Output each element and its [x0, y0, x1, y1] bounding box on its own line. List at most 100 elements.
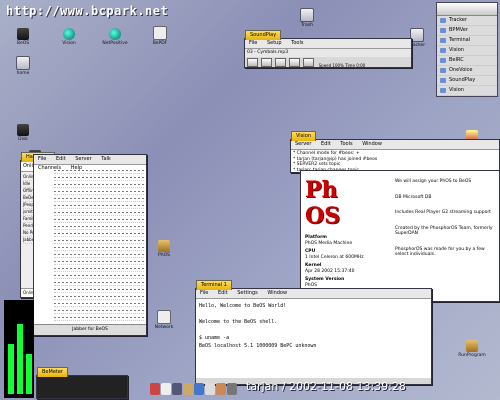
- chat-line: [54, 181, 144, 188]
- terminal-menu-edit[interactable]: Edit: [218, 290, 228, 296]
- desktop-icon-home[interactable]: home: [6, 56, 40, 76]
- chat-menu-edit[interactable]: Edit: [56, 156, 66, 162]
- terminal-line: $ uname -a: [199, 335, 230, 341]
- prev-button[interactable]: [247, 58, 258, 67]
- terminal-title[interactable]: Terminal 1: [196, 280, 232, 290]
- app-icon[interactable]: [205, 383, 215, 395]
- chat-menu-server[interactable]: Server: [75, 156, 91, 162]
- chat-line: [54, 307, 144, 314]
- app-icon[interactable]: [150, 383, 160, 395]
- player-menu-file[interactable]: File: [249, 40, 257, 46]
- spec-value: 1 Intel Celeron at 600MHz: [305, 254, 364, 260]
- chat-line: [54, 209, 144, 216]
- deskbar-item[interactable]: Terminal: [437, 36, 497, 46]
- deskbar-item[interactable]: BPMVer: [437, 26, 497, 36]
- desktop-icon-phos[interactable]: PhOS: [147, 240, 181, 258]
- player-status: Speed 100% Time 0:00: [318, 63, 366, 68]
- player-title[interactable]: SoundPlay: [245, 30, 282, 40]
- desktop-icon-label: Trash: [301, 23, 313, 28]
- chat-menu-talk[interactable]: Talk: [101, 156, 111, 162]
- clock-text: tarjan / 2002-11-08 13:39:28: [246, 380, 406, 393]
- app-icon: [63, 28, 75, 40]
- play-button[interactable]: [260, 58, 272, 67]
- deskbar-item[interactable]: Vision: [437, 46, 497, 56]
- irc-menu-edit[interactable]: Edit: [321, 141, 331, 147]
- desktop-icon-label: Network: [154, 325, 174, 330]
- desktop-icon-label: BeOS: [16, 41, 30, 46]
- terminal-line: Hello, Welcome to BeOS World!: [199, 303, 287, 309]
- irc-window: Vision Server Edit Tools Window * Channe…: [290, 131, 500, 173]
- app-icon[interactable]: [161, 383, 171, 395]
- irc-menu-server[interactable]: Server: [295, 141, 311, 147]
- stop-button[interactable]: [274, 58, 286, 67]
- irc-menu-tools[interactable]: Tools: [340, 141, 352, 147]
- deskbar-item[interactable]: OneVoice: [437, 66, 497, 76]
- deskbar-item[interactable]: BeIRC: [437, 56, 497, 66]
- terminal-menu-window[interactable]: Window: [267, 290, 287, 296]
- app-icon[interactable]: [216, 383, 226, 395]
- terminal-line: Welcome to the BeOS shell.: [199, 319, 278, 325]
- desktop-icon-network[interactable]: Network: [147, 310, 181, 330]
- desktop-icon-runprogram[interactable]: RunProgram: [455, 340, 489, 358]
- app-icon: [157, 310, 171, 324]
- feature-line: Includes Real Player G2 streaming suppor…: [395, 210, 491, 215]
- desktop-icon-beos[interactable]: BeOS: [6, 28, 40, 46]
- chat-footer: Jabber for BeOS: [34, 324, 146, 335]
- chat-line: [54, 230, 144, 237]
- chat-line: [54, 265, 144, 272]
- app-icon[interactable]: [183, 383, 193, 395]
- spec-value: PhOS Media Machine: [305, 240, 353, 246]
- desktop-icon-label: RunProgram: [458, 353, 486, 358]
- chat-menubar: File Edit Server Talk Channels Help: [34, 155, 146, 171]
- track-display: 03 - Cymbals.mp3: [245, 49, 411, 57]
- replicant-tray: [150, 383, 245, 397]
- deskbar-items: Tracker BPMVer Terminal Vision BeIRC OneVoice…: [437, 16, 497, 96]
- desktop-icon-bepdf[interactable]: BePDF: [143, 26, 177, 46]
- chat-line: [54, 286, 144, 293]
- desktop-icon-trash[interactable]: Trash: [290, 8, 324, 28]
- deskbar-item[interactable]: Vision: [437, 86, 497, 96]
- transport-controls: Speed 100% Time 0:00: [245, 57, 411, 70]
- player-menu-tools[interactable]: Tools: [291, 40, 303, 46]
- chat-window: File Edit Server Talk Channels Help Jabb…: [33, 154, 147, 336]
- phos-logo: Ph OS: [305, 177, 341, 229]
- desktop-icon-netpositive[interactable]: NetPositive: [98, 28, 132, 46]
- chat-line: [54, 244, 144, 251]
- terminal-line: BeOS localhost 5.1 1000009 BePC unknown: [199, 343, 317, 349]
- spec-value: Apr 28 2002 15:37:40: [305, 268, 355, 274]
- desktop-icon-vision[interactable]: Vision: [52, 28, 86, 46]
- app-icon[interactable]: [172, 383, 182, 395]
- app-icon[interactable]: [227, 383, 237, 395]
- chat-menu-file[interactable]: File: [38, 156, 46, 162]
- feature-line: We will assign your PhOS to BeOS: [395, 179, 472, 184]
- feature-line: Created by the PhosphorOS Team, formerly…: [395, 225, 493, 237]
- feature-line: PhosphorOS was made for you by a few sel…: [395, 246, 485, 258]
- chat-line: [54, 216, 144, 223]
- player-menu-setup[interactable]: Setup: [267, 40, 282, 46]
- bemeter-title[interactable]: BeMeter: [37, 367, 68, 377]
- app-icon[interactable]: [194, 383, 204, 395]
- app-icon: [300, 8, 314, 22]
- desktop-icon-label: Vision: [62, 41, 76, 46]
- chat-menu-help[interactable]: Help: [71, 165, 82, 171]
- next-button[interactable]: [288, 58, 300, 67]
- chat-menu-channels[interactable]: Channels: [38, 165, 61, 171]
- eject-button[interactable]: [302, 58, 314, 67]
- chat-line: [54, 279, 144, 286]
- terminal-output[interactable]: Hello, Welcome to BeOS World! Welcome to …: [196, 299, 431, 378]
- app-icon: [158, 240, 170, 252]
- desktop-icon-label: NetPositive: [102, 41, 128, 46]
- deskbar-item[interactable]: Tracker: [437, 16, 497, 26]
- irc-title[interactable]: Vision: [291, 131, 316, 141]
- terminal-menu-settings[interactable]: Settings: [237, 290, 258, 296]
- deskbar-header[interactable]: [437, 3, 497, 16]
- player-menubar: File Setup Tools: [245, 39, 411, 49]
- irc-menu-window[interactable]: Window: [362, 141, 382, 147]
- irc-menubar: Server Edit Tools Window: [291, 140, 499, 150]
- terminal-menu-file[interactable]: File: [200, 290, 208, 296]
- deskbar-item[interactable]: SoundPlay: [437, 76, 497, 86]
- desktop-icon-disk[interactable]: Disk: [6, 124, 40, 142]
- player-window: SoundPlay File Setup Tools 03 - Cymbals.…: [244, 30, 412, 70]
